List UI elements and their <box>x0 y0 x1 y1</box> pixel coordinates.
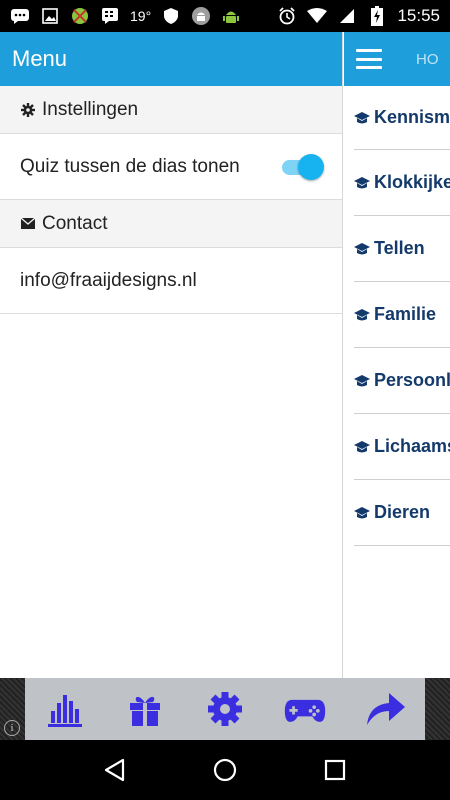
battery-charging-icon <box>367 6 387 26</box>
wifi-icon <box>307 6 328 26</box>
list-item[interactable]: Tellen <box>354 216 450 282</box>
list-item-label: Familie <box>374 304 437 324</box>
drawer-header: Menu <box>0 32 342 86</box>
signal-icon <box>337 6 357 26</box>
toggle-knob <box>298 153 324 180</box>
home-button[interactable] <box>210 755 240 785</box>
gamepad-icon[interactable] <box>283 687 327 731</box>
bar-chart-icon[interactable] <box>43 687 87 731</box>
blackberry-icon <box>100 6 120 26</box>
status-bar-left: 19° <box>0 0 241 32</box>
ad-banner[interactable]: i <box>0 678 450 740</box>
graduation-cap-icon <box>354 242 370 256</box>
status-bar-right: 15:55 <box>277 0 440 32</box>
graduation-cap-icon <box>354 111 370 125</box>
list-item[interactable]: Klokkijke <box>354 150 450 216</box>
contact-email-link[interactable]: info@fraaijdesigns.nl <box>20 270 197 292</box>
android-icon <box>191 6 211 26</box>
settings-section-header: Instellingen <box>0 86 342 134</box>
ad-texture-right <box>425 678 450 740</box>
contact-section-label: Contact <box>42 212 108 234</box>
android-bug-icon <box>70 6 90 26</box>
graduation-cap-icon <box>354 506 370 520</box>
recents-button[interactable] <box>320 755 350 785</box>
envelope-icon <box>20 216 36 232</box>
screen: 19° 15:55 Menu Instellingen Quiz tussen … <box>0 0 450 800</box>
list-item-label: Tellen <box>374 238 425 258</box>
quiz-toggle-row[interactable]: Quiz tussen de dias tonen <box>0 134 342 200</box>
list-item-label: Klokkijke <box>374 172 450 192</box>
graduation-cap-icon <box>354 176 370 190</box>
main-header: HO <box>344 32 450 86</box>
status-bar: 19° 15:55 <box>0 0 450 32</box>
main-title: HO <box>416 50 439 68</box>
graduation-cap-icon <box>354 374 370 388</box>
list-item-label: Persoonl <box>374 370 450 390</box>
navigation-drawer: Menu Instellingen Quiz tussen de dias to… <box>0 32 343 678</box>
android-green-icon <box>221 6 241 26</box>
graduation-cap-icon <box>354 440 370 454</box>
chat-icon <box>10 6 30 26</box>
ad-info-icon[interactable]: i <box>4 720 20 736</box>
category-list: Kennisma Klokkijke Tellen Familie Persoo… <box>344 86 450 546</box>
shield-icon <box>161 6 181 26</box>
alarm-icon <box>277 6 297 26</box>
list-item[interactable]: Familie <box>354 282 450 348</box>
gear-icon[interactable] <box>203 687 247 731</box>
list-item[interactable]: Lichaams <box>354 414 450 480</box>
contact-section-header: Contact <box>0 200 342 248</box>
share-arrow-icon[interactable] <box>363 687 407 731</box>
list-item-label: Dieren <box>374 502 431 522</box>
temperature: 19° <box>130 8 152 24</box>
quiz-toggle-label: Quiz tussen de dias tonen <box>20 155 240 177</box>
graduation-cap-icon <box>354 308 370 322</box>
gear-icon <box>20 102 36 118</box>
image-icon <box>40 6 60 26</box>
list-item-label: Kennisma <box>374 107 450 127</box>
list-item[interactable]: Dieren <box>354 480 450 546</box>
hamburger-menu-icon[interactable] <box>356 49 382 69</box>
contact-email-row[interactable]: info@fraaijdesigns.nl <box>0 248 342 314</box>
ad-icon-strip <box>25 678 425 740</box>
clock: 15:55 <box>397 6 440 25</box>
drawer-title: Menu <box>12 46 68 71</box>
list-item[interactable]: Persoonl <box>354 348 450 414</box>
main-panel: HO Kennisma Klokkijke Tellen Familie Per… <box>344 32 450 678</box>
settings-section-label: Instellingen <box>42 98 139 120</box>
list-item-label: Lichaams <box>374 436 450 456</box>
quiz-toggle-switch[interactable] <box>280 152 326 182</box>
system-nav-bar <box>0 740 450 800</box>
back-button[interactable] <box>100 755 130 785</box>
gift-icon[interactable] <box>123 687 167 731</box>
list-item[interactable]: Kennisma <box>354 86 450 150</box>
